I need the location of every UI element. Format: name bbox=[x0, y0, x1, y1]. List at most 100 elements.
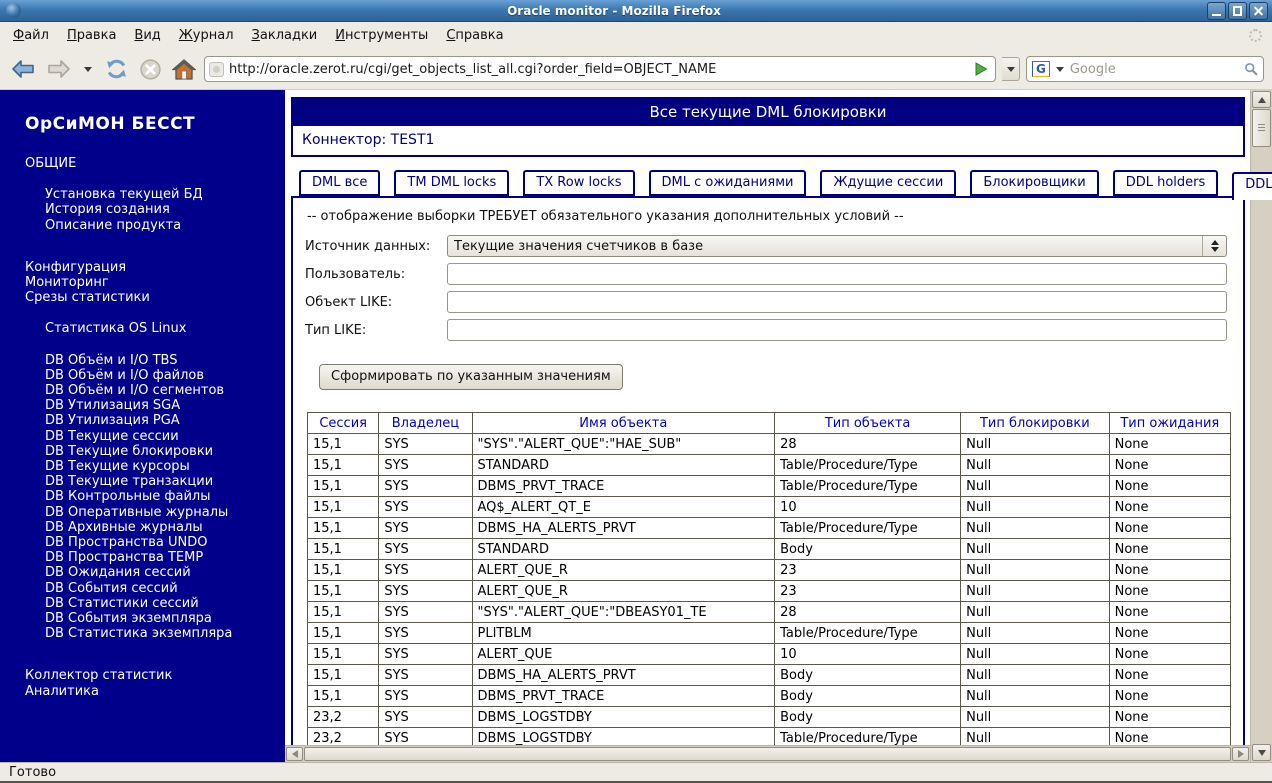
table-body: 15,1 SYS "SYS"."ALERT_QUE":"HAE_SUB" 28 Null… bbox=[308, 434, 1231, 745]
session-link[interactable]: 15,1 bbox=[308, 539, 380, 560]
horizontal-scrollbar[interactable] bbox=[285, 745, 1250, 762]
tab-4[interactable]: Ждущие сессии bbox=[820, 170, 957, 196]
search-engine-dropdown-icon[interactable] bbox=[1055, 66, 1064, 72]
vertical-scrollbar-thumb[interactable] bbox=[1252, 109, 1271, 147]
data-source-select[interactable]: Текущие значения счетчиков в базе bbox=[447, 235, 1227, 257]
forward-button[interactable] bbox=[44, 56, 74, 82]
sidebar-item[interactable]: Статистика OS Linux bbox=[25, 321, 277, 336]
session-link[interactable]: 15,1 bbox=[308, 602, 380, 623]
submit-button[interactable]: Сформировать по указанным значениям bbox=[319, 364, 623, 390]
stop-button[interactable] bbox=[137, 56, 164, 83]
tab-7[interactable]: DDL все bbox=[1232, 172, 1272, 200]
type-like-input[interactable] bbox=[447, 319, 1227, 341]
home-button[interactable] bbox=[170, 56, 198, 82]
session-link[interactable]: 15,1 bbox=[308, 497, 380, 518]
cell: Null bbox=[961, 518, 1110, 539]
sidebar-item[interactable]: DB Пространства UNDO bbox=[25, 535, 277, 550]
session-link[interactable]: 15,1 bbox=[308, 623, 380, 644]
tab-5[interactable]: Блокировщики bbox=[970, 170, 1099, 196]
sidebar-item[interactable]: История создания bbox=[25, 202, 277, 217]
session-link[interactable]: 15,1 bbox=[308, 518, 380, 539]
menu-item[interactable]: Вид bbox=[125, 24, 169, 47]
menu-item[interactable]: Инструменты bbox=[326, 24, 437, 47]
sidebar-item[interactable]: DB Оперативные журналы bbox=[25, 505, 277, 520]
sidebar-item[interactable]: DB Пространства TEMP bbox=[25, 550, 277, 565]
scroll-left-button[interactable] bbox=[286, 747, 303, 761]
sidebar-item[interactable]: DB События сессий bbox=[25, 581, 277, 596]
tab-2[interactable]: TX Row locks bbox=[523, 170, 635, 196]
back-button[interactable] bbox=[8, 56, 38, 82]
sidebar-item[interactable]: DB Текущие блокировки bbox=[25, 444, 277, 459]
sidebar-item[interactable]: DB Текущие транзакции bbox=[25, 474, 277, 489]
sidebar-item[interactable]: DB Текущие сессии bbox=[25, 429, 277, 444]
session-link[interactable]: 15,1 bbox=[308, 686, 380, 707]
sidebar-item[interactable]: DB Объём и I/O файлов bbox=[25, 368, 277, 383]
sidebar-item[interactable]: DB Статистики сессий bbox=[25, 596, 277, 611]
sidebar-item[interactable]: DB Статистика экземпляра bbox=[25, 626, 277, 641]
session-link[interactable]: 15,1 bbox=[308, 560, 380, 581]
tab-0[interactable]: DML все bbox=[299, 170, 381, 196]
reload-button[interactable] bbox=[102, 55, 131, 83]
tab-3[interactable]: DML с ожиданиями bbox=[648, 170, 807, 196]
sidebar-item[interactable]: Установка текущей БД bbox=[25, 187, 277, 202]
session-link[interactable]: 23,2 bbox=[308, 707, 380, 728]
sidebar-item[interactable]: DB Объём и I/O TBS bbox=[25, 353, 277, 368]
session-link[interactable]: 15,1 bbox=[308, 434, 380, 455]
sidebar-item[interactable]: ОБЩИЕ bbox=[25, 156, 277, 171]
sidebar-item[interactable]: Аналитика bbox=[25, 684, 277, 699]
menu-item[interactable]: Справка bbox=[437, 24, 512, 47]
chevron-down-icon bbox=[1257, 749, 1266, 756]
scroll-up-button[interactable] bbox=[1252, 91, 1271, 108]
menu-item[interactable]: Закладки bbox=[243, 24, 327, 47]
close-button[interactable] bbox=[1249, 1, 1268, 20]
go-button[interactable] bbox=[971, 59, 991, 79]
session-link[interactable]: 15,1 bbox=[308, 644, 380, 665]
sidebar-item[interactable]: Срезы статистики bbox=[25, 290, 277, 305]
sidebar-item[interactable]: Описание продукта bbox=[25, 218, 277, 233]
column-header[interactable]: Имя объекта bbox=[472, 413, 776, 434]
session-link[interactable]: 15,1 bbox=[308, 455, 380, 476]
object-like-input[interactable] bbox=[447, 291, 1227, 313]
search-icon[interactable] bbox=[1244, 61, 1258, 77]
session-link[interactable]: 23,2 bbox=[308, 728, 380, 745]
table-row: 15,1 SYS PLITBLM Table/Procedure/Type Null No… bbox=[308, 623, 1231, 644]
url-dropdown-button[interactable] bbox=[1002, 57, 1020, 81]
sidebar-item[interactable]: Конфигурация bbox=[25, 260, 277, 275]
sidebar-item[interactable]: Коллектор статистик bbox=[25, 668, 277, 683]
cell: None bbox=[1109, 560, 1231, 581]
menu-item[interactable]: Правка bbox=[58, 24, 125, 47]
column-header[interactable]: Сессия bbox=[308, 413, 380, 434]
scrollbar-track[interactable] bbox=[1252, 147, 1271, 744]
sidebar-item[interactable]: DB События экземпляра bbox=[25, 611, 277, 626]
sidebar-item[interactable]: Мониторинг bbox=[25, 275, 277, 290]
sidebar-item[interactable]: DB Объём и I/O сегментов bbox=[25, 383, 277, 398]
sidebar-item[interactable]: DB Контрольные файлы bbox=[25, 489, 277, 504]
session-link[interactable]: 15,1 bbox=[308, 476, 380, 497]
tab-1[interactable]: TM DML locks bbox=[394, 170, 510, 196]
session-link[interactable]: 15,1 bbox=[308, 581, 380, 602]
cell: "SYS"."ALERT_QUE":"DBEASY01_TE bbox=[472, 602, 776, 623]
column-header[interactable]: Тип объекта bbox=[775, 413, 962, 434]
scroll-down-button[interactable] bbox=[1252, 744, 1271, 761]
history-dropdown-button[interactable] bbox=[80, 65, 96, 74]
sidebar-item[interactable]: DB Архивные журналы bbox=[25, 520, 277, 535]
column-header[interactable]: Тип блокировки bbox=[961, 413, 1110, 434]
minimize-button[interactable] bbox=[1207, 1, 1226, 20]
scroll-right-button[interactable] bbox=[1232, 747, 1249, 761]
horizontal-scrollbar-thumb[interactable] bbox=[304, 747, 1231, 761]
column-header[interactable]: Тип ожидания bbox=[1109, 413, 1231, 434]
url-input[interactable] bbox=[229, 61, 966, 77]
sidebar-item[interactable]: DB Текущие курсоры bbox=[25, 459, 277, 474]
search-input[interactable] bbox=[1069, 61, 1240, 77]
menu-item[interactable]: Журнал bbox=[170, 24, 243, 47]
maximize-button[interactable] bbox=[1228, 1, 1247, 20]
menu-item[interactable]: Файл bbox=[4, 24, 58, 47]
sidebar-item[interactable]: DB Утилизация PGA bbox=[25, 413, 277, 428]
tab-6[interactable]: DDL holders bbox=[1112, 170, 1219, 196]
sidebar-item[interactable]: DB Утилизация SGA bbox=[25, 398, 277, 413]
user-input[interactable] bbox=[447, 263, 1227, 285]
column-header[interactable]: Владелец bbox=[379, 413, 473, 434]
session-link[interactable]: 15,1 bbox=[308, 665, 380, 686]
sidebar-item[interactable]: DB Ожидания сессий bbox=[25, 565, 277, 580]
chevron-right-icon bbox=[1237, 750, 1244, 758]
